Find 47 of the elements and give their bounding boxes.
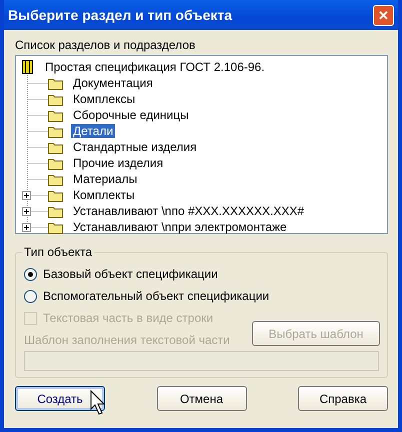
- folder-icon: [48, 92, 63, 106]
- dialog-button[interactable]: Отмена: [156, 386, 246, 411]
- expand-icon[interactable]: [22, 191, 31, 200]
- tree-item[interactable]: Комплексы: [71, 92, 138, 106]
- radio-label: Вспомогательный объект спецификации: [43, 289, 270, 303]
- tree-item[interactable]: Комплекты: [71, 188, 137, 202]
- folder-icon: [48, 156, 63, 170]
- tree-line: [26, 123, 48, 139]
- radio-button[interactable]: [24, 268, 37, 280]
- dialog-button[interactable]: Справка: [298, 386, 388, 411]
- radio-button[interactable]: [24, 290, 37, 302]
- expand-icon[interactable]: [22, 223, 31, 232]
- tree-item[interactable]: Стандартные изделия: [71, 140, 199, 154]
- close-button[interactable]: ✕: [373, 4, 394, 26]
- expand-icon[interactable]: [22, 207, 31, 216]
- folder-icon: [48, 108, 63, 122]
- checkbox-label: Текстовая часть в виде строки: [43, 311, 214, 325]
- tree-line: [26, 75, 48, 91]
- folder-icon: [48, 140, 63, 154]
- tree-line: [26, 91, 48, 107]
- template-label: Шаблон заполнения текстовой части: [24, 333, 230, 347]
- folder-icon: [48, 204, 63, 218]
- tree-item[interactable]: Устанавливают \nпри электромонтаже: [71, 220, 289, 234]
- tree-line: [26, 139, 48, 155]
- tree-item[interactable]: Устанавливают \nпо #XXX.XXXXXX.XXX#: [71, 204, 306, 218]
- tree-line: [26, 107, 48, 123]
- tree-line: [26, 155, 48, 171]
- book-icon: [22, 60, 33, 74]
- folder-icon: [48, 188, 63, 202]
- folder-icon: [48, 220, 63, 234]
- folder-icon: [48, 172, 63, 186]
- tree-item[interactable]: Сборочные единицы: [71, 108, 191, 122]
- tree-line: [26, 171, 48, 187]
- tree-line: [26, 187, 48, 203]
- tree-item[interactable]: Прочие изделия: [71, 156, 166, 170]
- folder-icon: [48, 124, 63, 138]
- folder-icon: [48, 76, 63, 90]
- radio-label: Базовый объект спецификации: [43, 267, 218, 281]
- tree-label: Список разделов и подразделов: [15, 38, 196, 52]
- tree-item[interactable]: Материалы: [71, 172, 140, 186]
- tree-item[interactable]: Документация: [71, 76, 155, 90]
- tree-item[interactable]: Простая спецификация ГОСТ 2.106-96.: [43, 60, 267, 74]
- tree-item[interactable]: Детали: [71, 124, 116, 138]
- template-field[interactable]: [24, 351, 379, 371]
- group-legend: Тип объекта: [22, 245, 94, 259]
- dialog-button[interactable]: Создать: [15, 386, 105, 411]
- window-title: Выберите раздел и тип объекта: [8, 7, 232, 23]
